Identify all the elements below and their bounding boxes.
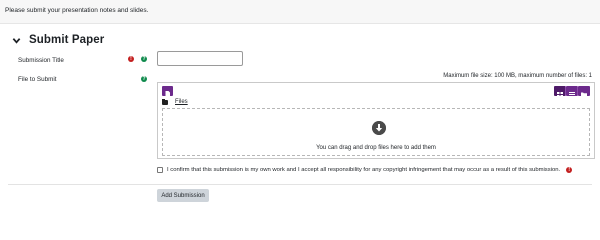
confirm-text: I confirm that this submission is my own… <box>167 167 561 173</box>
help-icon[interactable]: ? <box>141 76 147 82</box>
chevron-down-icon[interactable] <box>12 36 21 45</box>
view-tree-icon <box>581 92 587 97</box>
section-title: Submit Paper <box>29 34 105 46</box>
view-list-button[interactable] <box>566 86 578 97</box>
required-icon: ! <box>566 167 573 173</box>
confirm-row: I confirm that this submission is my own… <box>157 167 573 173</box>
drop-zone[interactable]: You can drag and drop files here to add … <box>162 108 590 156</box>
view-mode-group <box>554 86 590 97</box>
submission-title-input[interactable] <box>157 51 243 66</box>
folder-icon <box>162 98 168 105</box>
drop-zone-text: You can drag and drop files here to add … <box>316 145 436 151</box>
files-path-link[interactable]: Files <box>175 99 188 105</box>
submission-title-label: Submission Title <box>18 57 64 64</box>
breadcrumb: Files <box>162 98 188 105</box>
max-file-info: Maximum file size: 100 MB, maximum numbe… <box>443 73 592 79</box>
divider <box>8 184 592 185</box>
file-picker: Files You can drag and drop files here t… <box>157 82 595 159</box>
add-file-button[interactable] <box>162 86 173 97</box>
view-icons-button[interactable] <box>554 86 566 97</box>
add-submission-button[interactable]: Add Submission <box>157 189 209 202</box>
download-arrow-icon <box>372 121 386 135</box>
confirm-checkbox[interactable] <box>157 167 163 173</box>
file-picker-toolbar <box>159 84 593 97</box>
view-list-icon <box>569 92 575 97</box>
intro-text: Please submit your presentation notes an… <box>5 7 149 14</box>
intro-banner: Please submit your presentation notes an… <box>0 0 600 24</box>
add-file-icon <box>165 91 170 97</box>
section-header[interactable]: Submit Paper <box>12 34 104 46</box>
help-icon[interactable]: ? <box>141 56 147 62</box>
view-tree-button[interactable] <box>578 86 590 97</box>
file-to-submit-label: File to Submit <box>18 76 57 83</box>
view-icons-icon <box>557 92 563 97</box>
required-icon: ! <box>128 56 134 62</box>
